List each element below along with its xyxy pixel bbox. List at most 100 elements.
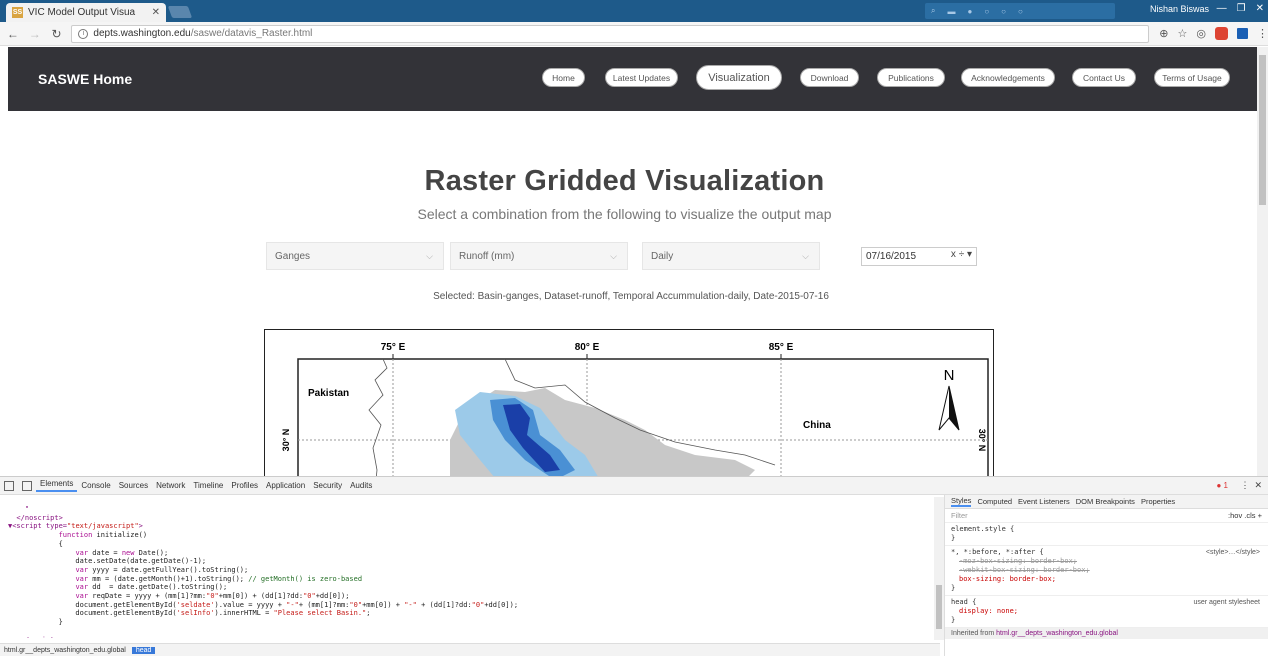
profile-name[interactable]: Nishan Biswas: [1150, 4, 1209, 14]
error-count-badge[interactable]: ● 1: [1216, 481, 1228, 490]
window-controls: — ❐ ✕: [1217, 3, 1264, 14]
chevron-down-icon: ⌵: [610, 251, 617, 261]
filter-buttons[interactable]: :hov .cls +: [1228, 511, 1262, 520]
rule-source: user agent stylesheet: [1193, 599, 1260, 606]
favicon-icon: SS: [12, 7, 23, 18]
rule-property: display: none;: [959, 607, 1019, 615]
nav-download[interactable]: Download: [800, 68, 859, 87]
style-rule[interactable]: <style>…</style> *, *:before, *:after { …: [945, 546, 1268, 596]
url-input[interactable]: i depts.washington.edu/saswe/datavis_Ras…: [71, 24, 1150, 43]
address-bar-row: ← → ↻ i depts.washington.edu/saswe/datav…: [0, 22, 1268, 46]
zoom-icon[interactable]: ⊕: [1159, 27, 1168, 40]
back-icon[interactable]: ←: [4, 27, 22, 41]
tab-event-listeners[interactable]: Event Listeners: [1018, 497, 1070, 506]
browser-tab[interactable]: SS VIC Model Output Visua ✕: [6, 3, 166, 22]
tray-icon: ▬: [947, 6, 956, 16]
rule-source-link[interactable]: <style>…</style>: [1206, 548, 1260, 557]
rule-property: box-sizing: border-box;: [959, 575, 1056, 583]
tab-properties[interactable]: Properties: [1141, 497, 1175, 506]
tab-audits[interactable]: Audits: [346, 481, 376, 490]
filter-placeholder: Filter: [951, 511, 968, 520]
extension-icon[interactable]: [1237, 28, 1248, 39]
tab-timeline[interactable]: Timeline: [189, 481, 227, 490]
date-input[interactable]: 07/16/2015 x ÷ ▾: [861, 247, 977, 266]
forward-icon[interactable]: →: [26, 27, 44, 41]
rule-close: }: [951, 584, 956, 592]
page-viewport: SASWE Home Home Latest Updates Visualiza…: [0, 47, 1257, 476]
tab-console[interactable]: Console: [77, 481, 114, 490]
tray-icon: ●: [967, 6, 973, 16]
place-label: China: [803, 420, 831, 431]
inherited-from-link[interactable]: html.gr__depts_washington_edu.global: [996, 630, 1118, 637]
place-label: Pakistan: [308, 388, 349, 399]
style-rule[interactable]: element.style { }: [945, 523, 1268, 546]
basin-select-value: Ganges: [275, 250, 311, 262]
devtools-tabs: Elements Console Sources Network Timelin…: [0, 477, 1268, 495]
nav-contact-us[interactable]: Contact Us: [1072, 68, 1136, 87]
devtools-menu-icon[interactable]: ⋮ ✕: [1240, 480, 1262, 491]
tab-application[interactable]: Application: [262, 481, 309, 490]
inspect-icon[interactable]: [4, 480, 14, 491]
style-rule[interactable]: user agent stylesheet head { display: no…: [945, 596, 1268, 628]
scrollbar-thumb[interactable]: [936, 585, 942, 629]
elements-scrollbar[interactable]: [934, 497, 944, 640]
nav-visualization[interactable]: Visualization: [696, 65, 782, 90]
lon-label: 80° E: [575, 342, 600, 353]
device-mode-icon[interactable]: [22, 480, 32, 491]
minimize-icon[interactable]: —: [1217, 3, 1227, 14]
tray-icon: ○: [1001, 6, 1007, 16]
lon-label: 85° E: [769, 342, 794, 353]
star-icon[interactable]: ☆: [1178, 27, 1188, 40]
lon-label: 75° E: [381, 342, 406, 353]
breadcrumb-item[interactable]: html.gr__depts_washington_edu.global: [4, 647, 126, 654]
pakistan-border: [368, 358, 388, 476]
dataset-select-value: Runoff (mm): [459, 250, 515, 262]
menu-icon[interactable]: ⋮: [1257, 27, 1268, 40]
nav-home[interactable]: Home: [542, 68, 585, 87]
page-scrollbar[interactable]: [1257, 47, 1268, 476]
tab-network[interactable]: Network: [152, 481, 189, 490]
scrollbar-thumb[interactable]: [1259, 55, 1266, 205]
dataset-select[interactable]: Runoff (mm) ⌵: [450, 242, 628, 270]
search-icon: ⌕: [931, 6, 936, 15]
temporal-select-value: Daily: [651, 250, 674, 262]
styles-pane: Styles Computed Event Listeners DOM Brea…: [944, 495, 1268, 656]
tray-icon: ○: [984, 6, 990, 16]
rule-property: -webkit-box-sizing: border-box;: [959, 566, 1090, 574]
tab-security[interactable]: Security: [309, 481, 346, 490]
info-icon[interactable]: i: [78, 28, 89, 39]
close-window-icon[interactable]: ✕: [1256, 3, 1264, 14]
tray-icon: ○: [1018, 6, 1023, 16]
tab-elements[interactable]: Elements: [36, 479, 78, 492]
error-count: 1: [1223, 481, 1228, 490]
nav-acknowledgements[interactable]: Acknowledgements: [961, 68, 1055, 87]
reload-icon[interactable]: ↻: [48, 27, 66, 41]
rule-close: }: [951, 534, 956, 542]
styles-filter-input[interactable]: Filter :hov .cls +: [945, 509, 1268, 523]
tab-profiles[interactable]: Profiles: [227, 481, 262, 490]
system-tray: ⌕ ▬ ● ○ ○ ○: [925, 3, 1115, 19]
brand-link[interactable]: SASWE Home: [38, 71, 132, 87]
tab-styles[interactable]: Styles: [951, 496, 972, 507]
nav-latest-updates[interactable]: Latest Updates: [605, 68, 678, 87]
breadcrumb-item-active[interactable]: head: [131, 646, 156, 654]
lat-label-right: 30° N: [977, 429, 987, 452]
nav-terms-of-usage[interactable]: Terms of Usage: [1154, 68, 1230, 87]
basin-select[interactable]: Ganges ⌵: [266, 242, 444, 270]
tab-sources[interactable]: Sources: [115, 481, 152, 490]
elements-source[interactable]: " </noscript> ▼<script type="text/javasc…: [8, 505, 928, 638]
camera-icon[interactable]: ◎: [1196, 27, 1206, 40]
temporal-select[interactable]: Daily ⌵: [642, 242, 820, 270]
new-tab-button[interactable]: [167, 6, 193, 18]
extension-icon[interactable]: [1215, 27, 1228, 40]
tab-computed[interactable]: Computed: [977, 497, 1012, 506]
restore-icon[interactable]: ❐: [1237, 3, 1246, 14]
url-path: /saswe/datavis_Raster.html: [190, 28, 313, 39]
close-icon[interactable]: ✕: [152, 7, 160, 18]
tab-dom-breakpoints[interactable]: DOM Breakpoints: [1076, 497, 1135, 506]
date-spinner-controls[interactable]: x ÷ ▾: [951, 249, 972, 260]
browser-tab-strip: SS VIC Model Output Visua ✕ ⌕ ▬ ● ○ ○ ○ …: [0, 0, 1268, 22]
nav-publications[interactable]: Publications: [877, 68, 945, 87]
page-title: Raster Gridded Visualization: [424, 165, 825, 197]
selection-info: Selected: Basin-ganges, Dataset-runoff, …: [433, 291, 829, 302]
